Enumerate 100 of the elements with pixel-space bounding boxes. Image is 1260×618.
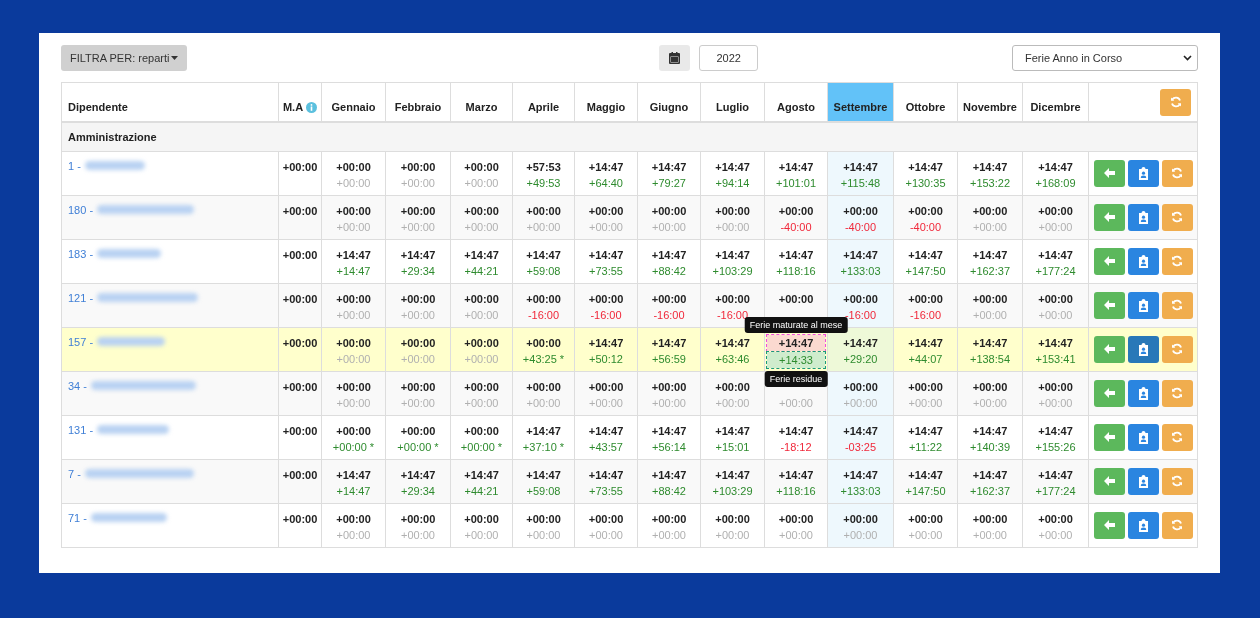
refresh-button[interactable] [1160,88,1191,116]
back-button[interactable] [1093,379,1125,407]
table-cell-text: +00:00 [715,203,750,219]
back-button[interactable] [1093,247,1125,275]
table-cell-text: -40:00 [844,219,877,235]
back-button[interactable] [1093,423,1125,451]
arrow-left-icon [1103,520,1115,530]
table-cell-text: +56:59 [652,351,686,367]
table-cell-text: +00:00 [715,219,750,235]
refresh-button[interactable] [1161,247,1193,275]
refresh-button[interactable] [1161,291,1193,319]
year-field[interactable]: 2022 [699,45,759,71]
table-cell-text: +00:00 [526,395,561,411]
table-cell-text: -40:00 [909,219,942,235]
table-cell-text: +00:00 [908,527,943,543]
table-cell-text: +00:00 [1038,219,1073,235]
table-row[interactable]: 180 - +00:00 +00:00 +00:00 +00:00 +00:00 +00:00 +00:00 +00:00 +00:00 +00:00 +00:00 +00:00 +00:00 +00:00 +00:00 +00:00 -40:00 +00:00 -40:00 +00:00 -40:00 +00:00 +00:00 +00:00 +00:00 [61,195,1198,239]
clipboard-button[interactable] [1127,467,1159,495]
clipboard-button[interactable] [1127,203,1159,231]
back-button[interactable] [1093,511,1125,539]
info-icon [306,101,318,113]
table-cell-text: +14:47 [843,247,878,263]
table-cell-text: +00:00 [1038,511,1073,527]
table-cell-text: +00:00 [526,219,561,235]
back-button[interactable] [1093,159,1125,187]
table-cell-text: +00:00 [526,291,561,307]
employee-id-link[interactable]: 131 - [68,423,94,436]
table-cell-text: +14:47 [778,423,814,439]
clipboard-button[interactable] [1127,379,1159,407]
table-cell-text: +14:47 [588,423,624,439]
table-cell-text: +14:47 [715,467,750,483]
employee-id-link[interactable]: 180 - [68,203,94,216]
refresh-button[interactable] [1161,423,1193,451]
table-row[interactable]: 1 - +00:00 +00:00 +00:00 +00:00 +00:00 +00:00 +00:00 +57:53 +49:53 +14:47 +64:40 +14:47 +79:27 +14:47 +94:14 +14:47 +101:01 +14:47 +115:48 +14:47 +130:35 +14:47 +153:22 +14:47 +168:09 [61,151,1198,195]
refresh-button[interactable] [1161,379,1193,407]
table-row[interactable]: 183 - +00:00 +14:47 +14:47 +14:47 +29:34 +14:47 +44:21 +14:47 +59:08 +14:47 +73:55 +14:47 +88:42 +14:47 +103:29 +14:47 +118:16 +14:47 +133:03 +14:47 +147:50 +14:47 +162:37 +14:47 +177:24 [61,239,1198,283]
table-cell-text: +00:00 [589,527,623,543]
refresh-icon [1171,431,1183,443]
refresh-icon [1171,299,1183,311]
table-cell-text: +00:00 [589,395,623,411]
table-cell-text: +14:47 [526,467,561,483]
table-cell-text: +00:00 [908,379,943,395]
table-cell-text: +00:00 [652,219,686,235]
table-cell-text: +00:00 [281,467,319,483]
back-button[interactable] [1093,291,1125,319]
table-row[interactable]: 131 - +00:00 +00:00 +00:00 * +00:00 +00:00 * +00:00 +00:00 * +14:47 +37:10 * +14:47 +43:57 +14:47 +56:14 +14:47 +15:01 +14:47 -18:12 +14:47 -03:25 +14:47 +11:22 +14:47 +140:39 +14:47 +155:26 [61,415,1198,459]
table-cell-text: +00:00 [715,395,750,411]
table-cell-text: +37:10 * [522,439,565,455]
employee-id-link[interactable]: 157 - [68,335,94,348]
filter-dropdown-button[interactable]: FILTRA PER: reparti [61,45,188,71]
clipboard-button[interactable] [1127,511,1159,539]
table-row[interactable]: 7 - +00:00 +14:47 +14:47 +14:47 +29:34 +14:47 +44:21 +14:47 +59:08 +14:47 +73:55 +14:47 +88:42 +14:47 +103:29 +14:47 +118:16 +14:47 +133:03 +14:47 +147:50 +14:47 +162:37 +14:47 +177:24 [61,459,1198,503]
employee-id-link[interactable]: 183 - [68,247,94,260]
refresh-button[interactable] [1161,203,1193,231]
back-button[interactable] [1093,467,1125,495]
table-cell-text: +14:47 [1038,247,1073,263]
clipboard-button[interactable] [1127,335,1159,363]
table-cell-text: +00:00 [281,159,319,175]
table-row[interactable]: 71 - +00:00 +00:00 +00:00 +00:00 +00:00 +00:00 +00:00 +00:00 +00:00 +00:00 +00:00 +00:00 +00:00 +00:00 +00:00 +00:00 +00:00 +00:00 +00:00 +00:00 +00:00 +00:00 +00:00 +00:00 +00:00 [61,503,1198,547]
employee-id-link[interactable]: 1 - [68,159,81,172]
employee-id-link[interactable]: 7 - [68,467,81,480]
back-button[interactable] [1093,335,1125,363]
blurred-name [84,161,145,170]
employee-id-link[interactable]: 121 - [68,291,94,304]
table-cell-text: +14:47 [651,423,687,439]
table-cell-text: +14:47 [651,335,687,351]
table-cell-text: +00:00 [651,203,687,219]
table-cell-text: +73:55 [589,263,623,279]
table-cell-text: +138:54 [969,351,1011,367]
table-cell-text: +14:47 [778,467,814,483]
back-button[interactable] [1093,203,1125,231]
table-cell-text: +00:00 [1038,291,1073,307]
table-cell-text: +00:00 [400,335,436,351]
table-cell-text: +00:00 [715,291,750,307]
table-cell-text: +00:00 [400,423,436,439]
table-cell-text: +00:00 [336,395,371,411]
table-cell-text: +43:57 [589,439,623,455]
table-cell-text: +14:47 [908,335,943,351]
table-cell-text: +00:00 [588,511,624,527]
calendar-button[interactable] [659,45,691,71]
clipboard-button[interactable] [1127,291,1159,319]
refresh-button[interactable] [1161,159,1193,187]
refresh-button[interactable] [1161,511,1193,539]
table-cell-text: +00:00 [588,379,624,395]
period-select[interactable]: Ferie Anno in Corso [1012,45,1198,71]
clipboard-button[interactable] [1127,423,1159,451]
refresh-icon [1171,211,1183,223]
clipboard-button[interactable] [1127,247,1159,275]
table-cell-text: +00:00 [843,511,878,527]
table-cell-text: +00:00 [336,307,371,323]
refresh-button[interactable] [1161,467,1193,495]
employee-id-link[interactable]: 71 - [68,511,87,524]
table-cell-text: -16:00 [653,307,685,323]
table-cell-text: +00:00 [526,511,561,527]
employee-id-link[interactable]: 34 - [68,379,87,392]
clipboard-button[interactable] [1127,159,1159,187]
table-cell-text: +00:00 [281,379,319,395]
month-header[interactable]: Settembre [827,82,894,122]
table-cell-text: +00:00 [715,379,750,395]
refresh-button[interactable] [1161,335,1193,363]
